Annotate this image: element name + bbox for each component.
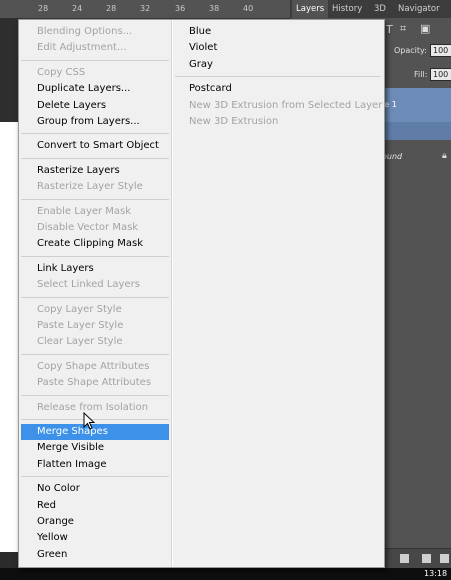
menu-item-gray[interactable]: Gray	[175, 57, 380, 73]
menu-item-copy-layer-style: Copy Layer Style	[37, 303, 122, 315]
menu-item-enable-layer-mask: Enable Layer Mask	[37, 205, 132, 217]
tab-layers[interactable]: Layers	[292, 0, 329, 18]
menu-item-yellow[interactable]: Yellow	[21, 530, 169, 546]
menu-item-rasterize-layers[interactable]: Rasterize Layers	[21, 163, 169, 179]
menu-item-group-from-layers[interactable]: Group from Layers...	[21, 114, 169, 130]
menu-item-orange[interactable]: Orange	[21, 514, 169, 530]
menu-separator	[21, 59, 169, 61]
ruler-mark: 40	[243, 4, 254, 13]
menu-separator	[175, 76, 380, 78]
ruler-mark: 38	[209, 4, 220, 13]
lock-icon: 🔒︎	[442, 151, 447, 161]
fill-input[interactable]: 100	[430, 68, 451, 81]
tab-3d[interactable]: 3D	[374, 4, 386, 14]
menu-item-no-color[interactable]: No Color	[21, 481, 169, 497]
tab-history[interactable]: History	[332, 4, 362, 14]
menu-item-copy-css: Copy CSS	[37, 66, 86, 78]
column-divider-highlight	[172, 20, 173, 567]
ruler-mark: 32	[140, 4, 151, 13]
menu-item-select-linked-layers: Select Linked Layers	[37, 279, 140, 291]
menu-separator	[21, 198, 169, 200]
menu-item-clear-layer-style: Clear Layer Style	[37, 336, 123, 348]
shape-filter-icon[interactable]: ⌗	[400, 22, 406, 36]
opacity-label: Opacity:	[394, 46, 427, 55]
menu-item-red[interactable]: Red	[21, 498, 169, 514]
ruler-mark: 28	[106, 4, 117, 13]
menu-separator	[21, 255, 169, 257]
ruler-mark: 28	[38, 4, 49, 13]
text-filter-icon[interactable]: T	[386, 23, 393, 36]
menu-item-edit-adjustment: Edit Adjustment...	[37, 42, 127, 54]
ruler-mark: 36	[175, 4, 186, 13]
menu-separator	[21, 157, 169, 159]
menu-item-paste-layer-style: Paste Layer Style	[37, 320, 124, 331]
menu-separator	[21, 353, 169, 355]
new-group-icon[interactable]	[400, 554, 409, 563]
menu-item-new-3d-extrusion: New 3D Extrusion	[189, 116, 279, 127]
mouse-cursor-icon	[83, 412, 96, 430]
menu-item-blue[interactable]: Blue	[175, 24, 380, 40]
menu-separator	[21, 476, 169, 478]
menu-item-new-3d-extrusion-from-selected-layer: New 3D Extrusion from Selected Layer	[189, 99, 383, 111]
tab-navigator[interactable]: Navigator	[398, 4, 440, 14]
horizontal-ruler: 28 24 28 32 36 38 40	[0, 0, 290, 19]
delete-layer-icon[interactable]	[440, 554, 449, 563]
menu-item-postcard[interactable]: Postcard	[175, 81, 380, 97]
fill-label: Fill:	[414, 70, 428, 79]
menu-item-violet[interactable]: Violet	[175, 40, 380, 56]
layer-context-menu: Blending Options... Edit Adjustment... Cop…	[18, 19, 385, 568]
menu-item-link-layers[interactable]: Link Layers	[21, 261, 169, 277]
menu-item-blending-options: Blending Options...	[37, 26, 133, 37]
panel-tabs: Layers History 3D Navigator	[290, 0, 451, 18]
ruler-mark: 24	[72, 4, 83, 13]
menu-item-convert-to-smart-object[interactable]: Convert to Smart Object	[21, 138, 169, 154]
menu-item-copy-shape-attributes: Copy Shape Attributes	[37, 360, 150, 372]
menu-item-merge-visible[interactable]: Merge Visible	[21, 440, 169, 456]
smart-filter-icon[interactable]: ▣	[420, 22, 430, 35]
menu-item-green[interactable]: Green	[21, 547, 169, 563]
background-layer-name: ound	[382, 152, 403, 161]
menu-item-rasterize-layer-style: Rasterize Layer Style	[37, 181, 143, 193]
new-layer-icon[interactable]	[422, 554, 431, 563]
menu-item-create-clipping-mask[interactable]: Create Clipping Mask	[21, 236, 169, 252]
menu-separator	[21, 394, 169, 396]
opacity-input[interactable]: 100	[430, 44, 451, 57]
menu-item-delete-layers[interactable]: Delete Layers	[21, 98, 169, 114]
menu-separator	[21, 133, 169, 135]
menu-item-disable-vector-mask: Disable Vector Mask	[37, 222, 139, 233]
menu-item-paste-shape-attributes: Paste Shape Attributes	[37, 377, 152, 389]
menu-item-flatten-image[interactable]: Flatten Image	[21, 457, 169, 473]
menu-item-duplicate-layers[interactable]: Duplicate Layers...	[21, 81, 169, 97]
clock: 13:18	[424, 569, 448, 578]
taskbar: 13:18	[0, 568, 451, 580]
menu-separator	[21, 296, 169, 298]
